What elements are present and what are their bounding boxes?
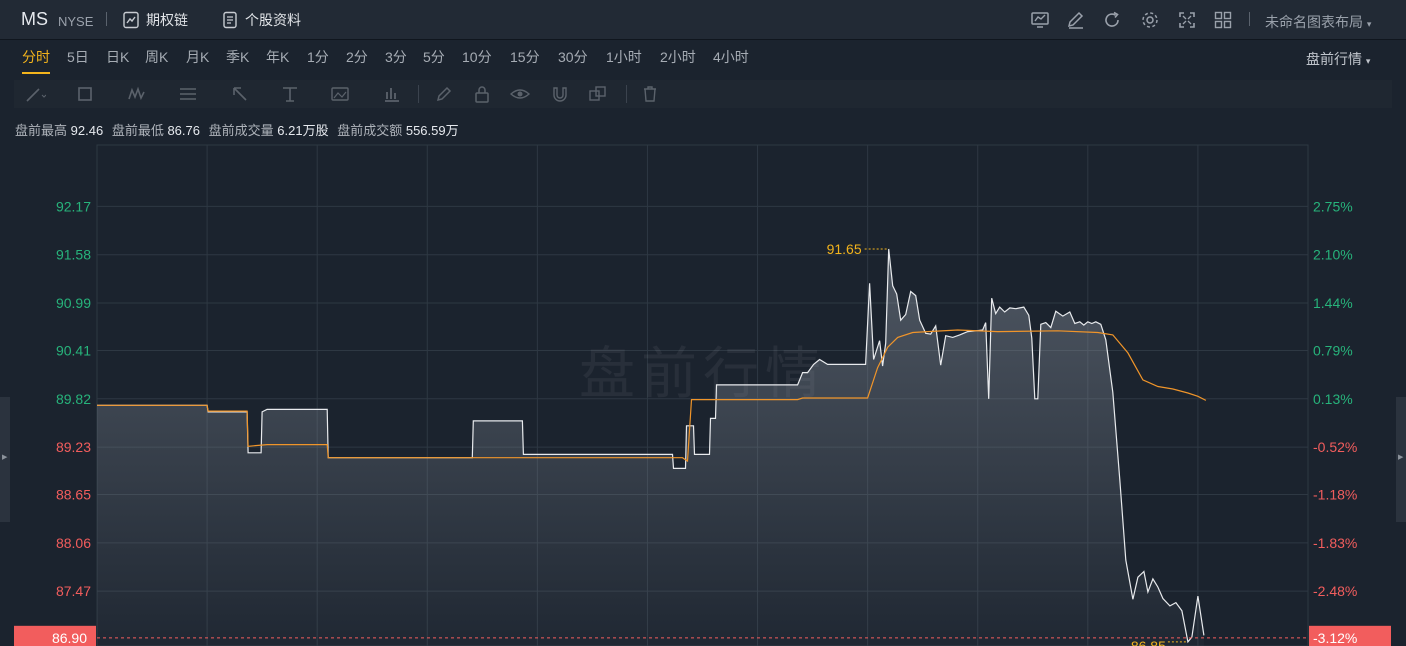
- price-tick-label: 90.41: [56, 342, 91, 358]
- grid-layout-icon[interactable]: [1213, 10, 1233, 30]
- edit-icon[interactable]: [1066, 10, 1086, 30]
- percent-tick-label: -0.52%: [1313, 439, 1357, 455]
- percent-tick-label: -1.18%: [1313, 487, 1357, 503]
- premarket-low-label: 盘前最低: [111, 123, 164, 138]
- percent-tick-label: 2.10%: [1313, 247, 1353, 263]
- price-tick-label: 90.99: [56, 295, 91, 311]
- premarket-high-label: 盘前最高: [15, 123, 68, 138]
- high-marker-label: 91.65: [827, 241, 862, 257]
- price-tick-label: 89.23: [56, 439, 91, 455]
- tab-3[interactable]: 周K: [145, 47, 168, 67]
- percent-tick-label: -1.83%: [1313, 535, 1357, 551]
- chevron-right-icon: ▶: [2, 454, 8, 461]
- wave-pattern-icon[interactable]: [128, 84, 150, 104]
- percent-tick-label: 0.13%: [1313, 391, 1353, 407]
- symbol-ticker[interactable]: MS: [21, 9, 48, 30]
- premarket-low-value: 86.76: [167, 123, 200, 138]
- layout-name: 未命名图表布局: [1265, 14, 1363, 30]
- percent-axis: 2.75% 2.10% 1.44% 0.79% 0.13% -0.52% -1.18% -1.…: [1313, 198, 1357, 599]
- eye-icon[interactable]: [510, 84, 532, 104]
- tab-12[interactable]: 15分: [510, 47, 540, 67]
- percent-tick-label: 0.79%: [1313, 342, 1353, 358]
- chart-monitor-icon[interactable]: [1030, 10, 1050, 30]
- price-tick-label: 88.65: [56, 487, 91, 503]
- chevron-down-icon: ▾: [1366, 19, 1372, 29]
- stock-info-label: 个股资料: [245, 12, 301, 28]
- premarket-high-value: 92.46: [70, 123, 104, 138]
- price-tick-label: 89.82: [56, 391, 91, 407]
- percent-tick-label: 2.75%: [1313, 198, 1353, 214]
- premarket-volume-label: 盘前成交量: [208, 123, 274, 138]
- low-marker-label: 86.85: [1131, 638, 1166, 646]
- refresh-icon[interactable]: [1102, 10, 1122, 30]
- layout-selector[interactable]: 未命名图表布局 ▾: [1265, 12, 1371, 32]
- option-chain-icon: [123, 11, 139, 29]
- session-selector[interactable]: 盘前行情 ▾: [1306, 49, 1370, 69]
- tab-15[interactable]: 2小时: [660, 47, 696, 67]
- divider: [626, 85, 627, 103]
- top-bar: MS NYSE 期权链 个股资料 未命名图表布局 ▾: [0, 0, 1406, 40]
- option-chain-button[interactable]: 期权链: [122, 10, 188, 30]
- divider: [1249, 12, 1250, 26]
- tab-14[interactable]: 1小时: [606, 47, 642, 67]
- pencil-icon[interactable]: [434, 84, 456, 104]
- price-tick-label: 91.58: [56, 247, 91, 263]
- price-tick-label: 92.17: [56, 198, 91, 214]
- trash-icon[interactable]: [640, 84, 662, 104]
- session-label: 盘前行情: [1306, 51, 1362, 67]
- document-icon: [223, 11, 237, 29]
- tab-10[interactable]: 5分: [423, 47, 445, 67]
- premarket-stats: 盘前最高 92.46 盘前最低 86.76 盘前成交量 6.21万股 盘前成交额…: [15, 120, 464, 139]
- premarket-volume-value: 6.21万股: [277, 123, 329, 138]
- layers-icon[interactable]: [588, 84, 610, 104]
- trend-line-icon[interactable]: [24, 84, 46, 104]
- period-tabs: 分时 5日 日K 周K 月K 季K 年K 1分 2分 3分 5分 10分 15分 30分 1小时 2小时 4小时: [0, 40, 1406, 74]
- tab-11[interactable]: 10分: [462, 47, 492, 67]
- tab-5[interactable]: 季K: [226, 47, 249, 67]
- tab-1[interactable]: 5日: [67, 47, 89, 67]
- premarket-turnover-label: 盘前成交额: [337, 123, 403, 138]
- tab-9[interactable]: 3分: [385, 47, 407, 67]
- tab-6[interactable]: 年K: [266, 47, 289, 67]
- intraday-chart[interactable]: 盘前行情 92.1791.5890.9990.4189.8289.2388.65…: [0, 140, 1406, 646]
- tab-7[interactable]: 1分: [307, 47, 329, 67]
- price-tick-label: 87.47: [56, 583, 91, 599]
- fullscreen-icon[interactable]: [1177, 10, 1197, 30]
- price-tick-label: 88.06: [56, 535, 91, 551]
- divider: [418, 85, 419, 103]
- left-panel-toggle[interactable]: ▶: [0, 397, 10, 522]
- current-percent-label: -3.12%: [1313, 630, 1357, 646]
- drawing-toolbar: [14, 80, 1392, 108]
- current-price-label: 86.90: [52, 630, 87, 646]
- exchange-label: NYSE: [58, 14, 94, 29]
- fibonacci-icon[interactable]: [178, 84, 200, 104]
- tab-8[interactable]: 2分: [346, 47, 368, 67]
- rectangle-icon[interactable]: [76, 84, 98, 104]
- gear-icon[interactable]: [1140, 10, 1160, 30]
- tab-16[interactable]: 4小时: [713, 47, 749, 67]
- text-icon[interactable]: [280, 84, 302, 104]
- tab-0[interactable]: 分时: [22, 47, 50, 74]
- chevron-down-icon: ▾: [1365, 56, 1371, 66]
- divider: [106, 12, 107, 26]
- magnet-icon[interactable]: [550, 84, 572, 104]
- premarket-turnover-value: 556.59万: [405, 123, 459, 138]
- tab-4[interactable]: 月K: [186, 47, 209, 67]
- price-axis: 92.17 91.58 90.99 90.41 89.82 89.23 88.65 88.06…: [56, 198, 91, 599]
- image-icon[interactable]: [330, 84, 352, 104]
- tab-13[interactable]: 30分: [558, 47, 588, 67]
- measure-icon[interactable]: [382, 84, 404, 104]
- chevron-left-icon: ▶: [1398, 454, 1404, 461]
- tab-2[interactable]: 日K: [106, 47, 129, 67]
- right-panel-toggle[interactable]: ▶: [1396, 397, 1406, 522]
- lock-icon[interactable]: [472, 84, 494, 104]
- option-chain-label: 期权链: [146, 12, 188, 28]
- percent-tick-label: 1.44%: [1313, 295, 1353, 311]
- arrow-icon[interactable]: [230, 84, 252, 104]
- stock-info-button[interactable]: 个股资料: [221, 10, 301, 30]
- percent-tick-label: -2.48%: [1313, 583, 1357, 599]
